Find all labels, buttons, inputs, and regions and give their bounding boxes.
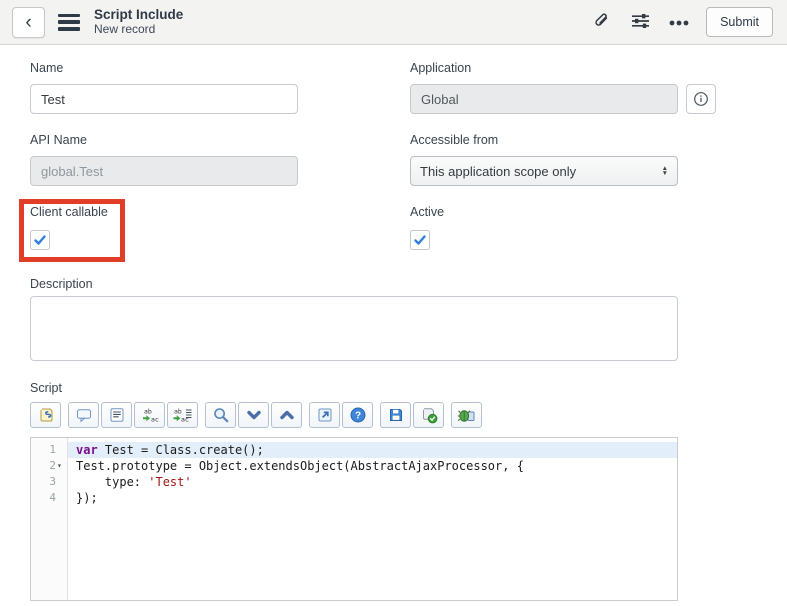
toggle-comment-button[interactable]: [68, 402, 99, 428]
client-callable-checkbox[interactable]: [30, 230, 50, 250]
toolbar-group: ?: [309, 402, 373, 429]
replace-button[interactable]: ab ac: [134, 402, 165, 428]
script-toolbar: ab ac ab ac?: [30, 402, 482, 429]
accessible-from-select[interactable]: This application scope only ▲ ▼: [410, 156, 678, 186]
save-icon: [387, 406, 405, 424]
code-line[interactable]: var Test = Class.create();: [68, 442, 677, 458]
help-icon: ?: [349, 406, 367, 424]
find-previous-icon: [278, 406, 296, 424]
line-number: 4: [49, 491, 56, 504]
active-label: Active: [410, 205, 445, 219]
page-title: Script Include: [94, 7, 184, 23]
header-actions: Submit: [589, 7, 773, 37]
format-code-button[interactable]: [101, 402, 132, 428]
run-test-button[interactable]: [451, 402, 482, 428]
code-line[interactable]: type: 'Test': [68, 474, 677, 490]
svg-text:ac: ac: [151, 416, 159, 424]
script-label: Script: [30, 381, 62, 395]
more-options-icon: [668, 15, 690, 30]
syntax-check-button[interactable]: [413, 402, 444, 428]
open-in-window-icon: [316, 406, 334, 424]
checkmark-icon: [34, 235, 46, 245]
personalize-form-button[interactable]: [628, 10, 652, 34]
syntax-editor-macro-button[interactable]: [30, 402, 61, 428]
name-label: Name: [30, 61, 64, 75]
active-checkbox[interactable]: [410, 230, 430, 250]
api-name-label: API Name: [30, 133, 87, 147]
checkmark-icon: [414, 235, 426, 245]
syntax-check-icon: [420, 406, 438, 424]
line-number: 2 ▾: [31, 458, 67, 474]
code-line[interactable]: });: [68, 490, 677, 506]
attachment-icon: [591, 11, 611, 34]
accessible-from-label: Accessible from: [410, 133, 499, 147]
script-code-editor[interactable]: 1 2 ▾ 3 4 var Test = Class.create(); Test.pro…: [30, 437, 678, 601]
submit-button[interactable]: Submit: [706, 7, 773, 37]
title-block: Script Include New record: [94, 7, 183, 36]
replace-all-button[interactable]: ab ac: [167, 402, 198, 428]
form-header: ‹ Script Include New record Submit: [0, 0, 787, 45]
toolbar-group: [205, 402, 302, 429]
find-next-icon: [245, 406, 263, 424]
svg-text:ab: ab: [174, 408, 182, 416]
syntax-editor-macro-icon: [37, 406, 55, 424]
personalize-form-icon: [630, 11, 651, 34]
svg-text:?: ?: [354, 410, 360, 421]
search-icon: [212, 406, 230, 424]
description-label: Description: [30, 277, 93, 291]
info-icon: [694, 92, 708, 106]
replace-all-icon: ab ac: [172, 406, 193, 424]
format-code-icon: [108, 406, 126, 424]
client-callable-label: Client callable: [30, 205, 108, 219]
code-fold-icon[interactable]: ▾: [56, 458, 67, 474]
api-name-input: [30, 156, 298, 186]
toggle-comment-icon: [75, 406, 93, 424]
help-button[interactable]: ?: [342, 402, 373, 428]
toolbar-group: ab ac ab ac: [68, 402, 198, 429]
svg-text:ab: ab: [144, 408, 152, 416]
editor-code-area[interactable]: var Test = Class.create(); Test.prototype…: [68, 438, 677, 600]
open-in-window-button[interactable]: [309, 402, 340, 428]
name-input[interactable]: [30, 84, 298, 114]
editor-gutter: 1 2 ▾ 3 4: [31, 438, 68, 600]
code-line[interactable]: Test.prototype = Object.extendsObject(Ab…: [68, 458, 677, 474]
context-menu-icon[interactable]: [58, 13, 80, 31]
toolbar-group: [451, 402, 482, 429]
back-chevron-icon: ‹: [25, 11, 32, 33]
application-label: Application: [410, 61, 472, 75]
select-spinner-icon: ▲ ▼: [661, 165, 668, 177]
more-options-button[interactable]: [667, 10, 691, 34]
line-number: 3: [49, 475, 56, 488]
find-previous-button[interactable]: [271, 402, 302, 428]
run-test-icon: [457, 406, 476, 424]
search-button[interactable]: [205, 402, 236, 428]
script-include-record-page: ‹ Script Include New record Submit Name …: [0, 0, 787, 606]
svg-text:ac: ac: [181, 416, 189, 424]
application-input: [410, 84, 678, 114]
attachment-button[interactable]: [589, 10, 613, 34]
accessible-from-value: This application scope only: [420, 163, 577, 179]
toolbar-group: [380, 402, 444, 429]
application-info-button[interactable]: [686, 84, 716, 114]
record-subtitle: New record: [94, 21, 156, 36]
line-number: 1: [49, 443, 56, 456]
back-button[interactable]: ‹: [12, 6, 45, 38]
toolbar-group: [30, 402, 61, 429]
save-button[interactable]: [380, 402, 411, 428]
find-next-button[interactable]: [238, 402, 269, 428]
description-textarea[interactable]: [30, 296, 678, 361]
replace-icon: ab ac: [140, 406, 160, 424]
